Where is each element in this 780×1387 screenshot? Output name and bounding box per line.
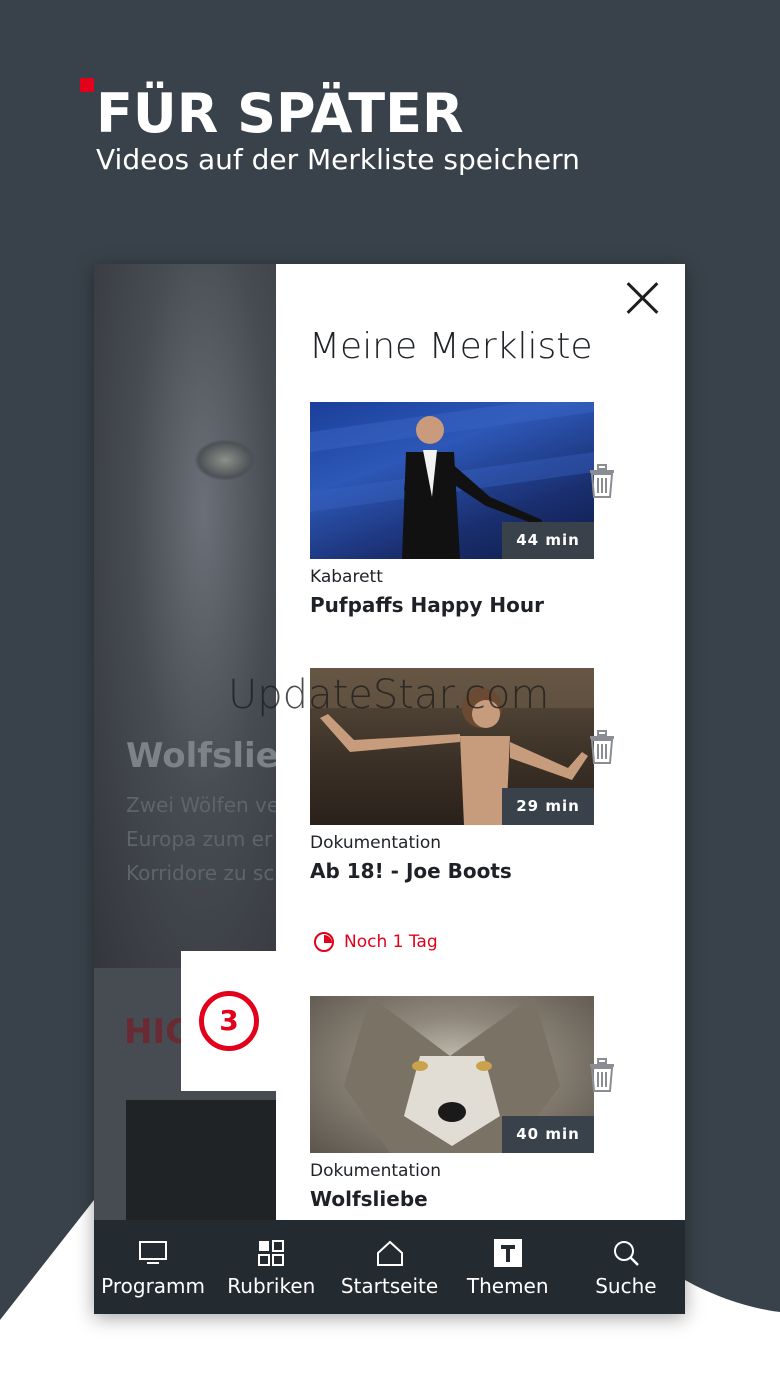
duration-badge: 29 min xyxy=(502,788,594,825)
hero-description-line: Europa zum er xyxy=(126,827,273,851)
clock-icon xyxy=(314,932,334,952)
search-icon xyxy=(613,1241,639,1266)
tv-icon xyxy=(139,1241,168,1264)
promo-headline: FÜR SPÄTER xyxy=(96,82,464,145)
trash-icon[interactable] xyxy=(588,1058,616,1092)
nav-item-startseite[interactable]: Startseite xyxy=(330,1220,448,1314)
video-title[interactable]: Pufpaffs Happy Hour xyxy=(310,593,685,617)
duration-badge: 44 min xyxy=(502,522,594,559)
themen-icon xyxy=(493,1239,522,1267)
expiry-notice: Noch 1 Tag xyxy=(314,932,438,952)
list-item[interactable]: 40 min Dokumentation Wolfsliebe xyxy=(310,996,685,1211)
duration-badge: 40 min xyxy=(502,1116,594,1153)
video-category: Kabarett xyxy=(310,567,383,587)
trash-icon[interactable] xyxy=(588,464,616,498)
nav-label: Themen xyxy=(466,1274,549,1298)
hero-image-detail xyxy=(194,439,256,481)
expiry-text: Noch 1 Tag xyxy=(344,932,438,952)
hero-description-line: Korridore zu sc xyxy=(126,861,275,885)
video-thumbnail[interactable]: 40 min xyxy=(310,996,594,1153)
video-thumbnail[interactable]: 44 min xyxy=(310,402,594,559)
watchlist-panel: Meine Merkliste 44 min Kabarett Pufpaffs… xyxy=(276,264,685,1224)
video-title[interactable]: Wolfsliebe xyxy=(310,1187,685,1211)
brand-marker xyxy=(80,78,94,92)
nav-item-suche[interactable]: Suche xyxy=(567,1220,685,1314)
channel-logo-tile[interactable]: 3 xyxy=(181,951,276,1091)
hero-title: Wolfsliebe xyxy=(126,736,276,776)
nav-item-rubriken[interactable]: Rubriken xyxy=(212,1220,330,1314)
video-category: Dokumentation xyxy=(310,1161,442,1181)
highlight-thumbnail xyxy=(126,1100,276,1220)
video-category: Dokumentation xyxy=(310,833,442,853)
watermark: UpdateStar.com xyxy=(228,672,550,718)
channel-logo: 3 xyxy=(199,991,259,1051)
trash-icon[interactable] xyxy=(588,730,616,764)
phone-screen: Wolfsliebe Zwei Wölfen ve Europa zum er … xyxy=(94,264,685,1314)
panel-title: Meine Merkliste xyxy=(309,326,593,367)
hero-description-line: Zwei Wölfen ve xyxy=(126,793,276,817)
nav-item-programm[interactable]: Programm xyxy=(94,1220,212,1314)
nav-label: Programm xyxy=(101,1274,206,1298)
hero-description: Zwei Wölfen ve Europa zum er Korridore z… xyxy=(126,788,276,890)
nav-label: Suche xyxy=(595,1274,657,1298)
list-item[interactable]: 44 min Kabarett Pufpaffs Happy Hour xyxy=(310,402,685,617)
promo-subline: Videos auf der Merkliste speichern xyxy=(96,143,580,176)
video-title[interactable]: Ab 18! - Joe Boots xyxy=(310,859,685,883)
home-icon xyxy=(376,1240,403,1266)
nav-label: Rubriken xyxy=(227,1274,316,1298)
nav-item-themen[interactable]: Themen xyxy=(449,1220,567,1314)
grid-icon xyxy=(258,1240,285,1266)
close-button[interactable] xyxy=(624,280,660,316)
bottom-navigation: Programm Rubriken Startseite Themen Such… xyxy=(94,1220,685,1314)
nav-label: Startseite xyxy=(340,1274,439,1298)
